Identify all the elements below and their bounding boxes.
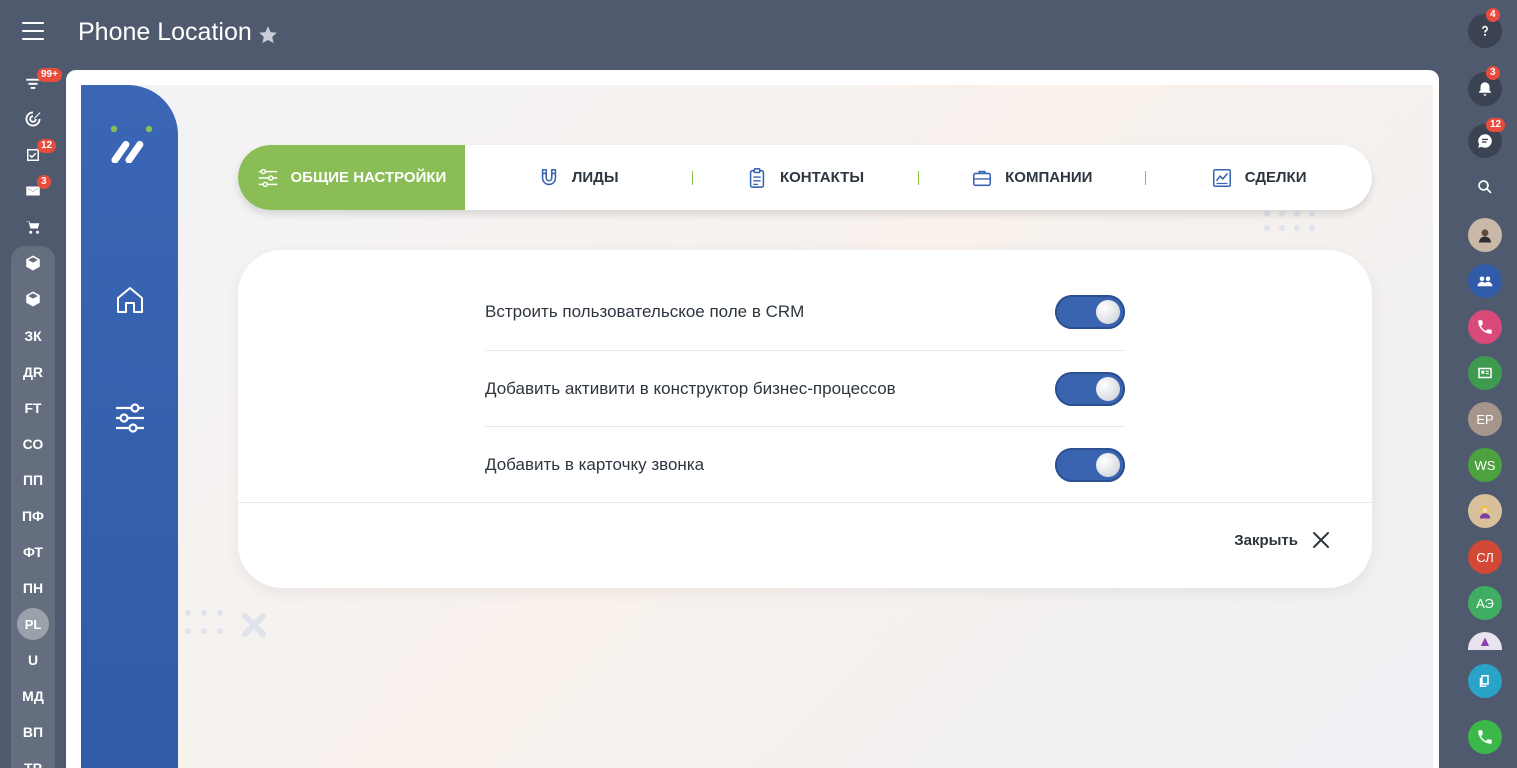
main-panel: ОБЩИЕ НАСТРОЙКИ ЛИДЫ КОНТАКТЫ КОМПАНИИ С… — [66, 70, 1439, 768]
left-item-ft[interactable]: FT — [11, 392, 55, 424]
decor-cross-icon — [242, 613, 266, 637]
settings-sliders-icon[interactable] — [113, 401, 147, 435]
close-button[interactable]: Закрыть — [1234, 531, 1330, 549]
close-label: Закрыть — [1234, 531, 1298, 549]
close-icon — [1313, 532, 1329, 548]
group-chat-icon[interactable] — [1468, 264, 1502, 298]
bell-icon[interactable]: 3 — [1468, 66, 1502, 106]
tasks-badge: 12 — [37, 139, 57, 153]
left-item-tr[interactable]: ТР — [11, 752, 55, 768]
app-area: ОБЩИЕ НАСТРОЙКИ ЛИДЫ КОНТАКТЫ КОМПАНИИ С… — [81, 85, 1433, 768]
left-item-vp[interactable]: ВП — [11, 716, 55, 748]
briefcase-icon — [973, 170, 992, 186]
tab-leads[interactable]: ЛИДЫ — [465, 145, 692, 210]
user-avatar[interactable] — [1468, 494, 1502, 528]
help-icon[interactable]: 4 — [1468, 8, 1502, 48]
tab-contacts[interactable]: КОНТАКТЫ — [691, 145, 919, 210]
tab-label: СДЕЛКИ — [1244, 169, 1307, 186]
left-item-zk[interactable]: ЗК — [11, 320, 55, 352]
avatar-ep[interactable]: ЕР — [1468, 402, 1502, 436]
home-icon[interactable] — [113, 283, 147, 317]
tab-label: КОНТАКТЫ — [779, 169, 865, 186]
chart-icon — [1212, 168, 1231, 187]
card-divider — [238, 502, 1372, 503]
setting-row: Добавить в карточку звонка — [485, 426, 1125, 502]
page-title: Phone Location — [78, 18, 252, 46]
tabs-bar: ОБЩИЕ НАСТРОЙКИ ЛИДЫ КОНТАКТЫ КОМПАНИИ С… — [238, 145, 1372, 210]
target-icon[interactable] — [11, 103, 55, 135]
search-icon[interactable] — [1468, 170, 1502, 204]
setting-row: Встроить пользовательское поле в CRM — [485, 274, 1125, 350]
left-item-dr[interactable]: ДR — [11, 356, 55, 388]
help-badge: 4 — [1486, 8, 1500, 22]
setting-label: Добавить активити в конструктор бизнес-п… — [485, 378, 896, 398]
avatar-sl[interactable]: СЛ — [1468, 540, 1502, 574]
clipboard-icon — [749, 167, 765, 188]
box-icon[interactable] — [11, 283, 55, 315]
tab-label: ЛИДЫ — [571, 169, 619, 186]
avatar-ae[interactable]: АЭ — [1468, 586, 1502, 620]
left-rail: 99+ 12 3 ЗК ДR FT СО ПП ПФ ФТ ПН PL U МД… — [0, 0, 66, 768]
sliders-icon — [258, 168, 277, 187]
setting-label: Добавить в карточку звонка — [485, 454, 705, 474]
phone-icon[interactable] — [1468, 720, 1502, 754]
left-item-pl-label: PL — [17, 608, 49, 640]
left-item-pl[interactable]: PL — [11, 608, 55, 640]
filter-badge: 99+ — [37, 68, 62, 82]
app-logo-icon — [110, 125, 153, 163]
avatar-ws[interactable]: WS — [1468, 448, 1502, 482]
user-avatar[interactable] — [1468, 218, 1502, 252]
filter-icon[interactable]: 99+ — [11, 68, 62, 100]
magnet-icon — [541, 168, 557, 185]
decor-dots — [1264, 211, 1315, 231]
tab-companies[interactable]: КОМПАНИИ — [918, 145, 1145, 210]
left-item-md[interactable]: МД — [11, 680, 55, 712]
settings-card: Встроить пользовательское поле в CRM Доб… — [238, 250, 1372, 588]
decor-dots — [185, 610, 223, 634]
box-icon[interactable] — [11, 247, 55, 279]
bp-activity-toggle[interactable] — [1055, 371, 1125, 406]
star-icon[interactable] — [257, 24, 279, 46]
left-item-pp[interactable]: ПП — [11, 464, 55, 496]
left-item-u[interactable]: U — [11, 644, 55, 676]
mail-icon[interactable]: 3 — [11, 175, 55, 207]
setting-label: Встроить пользовательское поле в CRM — [485, 302, 805, 321]
tab-deals[interactable]: СДЕЛКИ — [1145, 145, 1372, 210]
chat-badge: 12 — [1486, 118, 1506, 132]
app-sidebar — [81, 85, 178, 768]
left-item-pf[interactable]: ПФ — [11, 500, 55, 532]
notifications-badge: 3 — [1486, 66, 1500, 80]
tasks-icon[interactable]: 12 — [11, 139, 57, 171]
setting-row: Добавить активити в конструктор бизнес-п… — [485, 350, 1125, 426]
cart-icon[interactable] — [11, 211, 55, 243]
hamburger-menu-icon[interactable] — [22, 22, 44, 40]
phone-call-icon[interactable] — [1468, 310, 1502, 344]
mail-badge: 3 — [37, 175, 51, 189]
tab-general-settings[interactable]: ОБЩИЕ НАСТРОЙКИ — [238, 145, 465, 210]
tab-label: КОМПАНИИ — [1005, 169, 1093, 186]
left-item-so[interactable]: СО — [11, 428, 55, 460]
chat-icon[interactable]: 12 — [1468, 118, 1506, 158]
call-card-toggle[interactable] — [1055, 447, 1125, 482]
right-rail: 4 3 12 ЕР WS СЛ АЭ — [1451, 0, 1517, 768]
tab-label: ОБЩИЕ НАСТРОЙКИ — [290, 169, 447, 186]
left-item-pn[interactable]: ПН — [11, 572, 55, 604]
left-item-ft-cyr[interactable]: ФТ — [11, 536, 55, 568]
contact-card-icon[interactable] — [1468, 356, 1502, 390]
copy-icon[interactable] — [1468, 664, 1502, 698]
crm-field-toggle[interactable] — [1055, 295, 1125, 329]
user-avatar[interactable] — [1468, 632, 1502, 650]
